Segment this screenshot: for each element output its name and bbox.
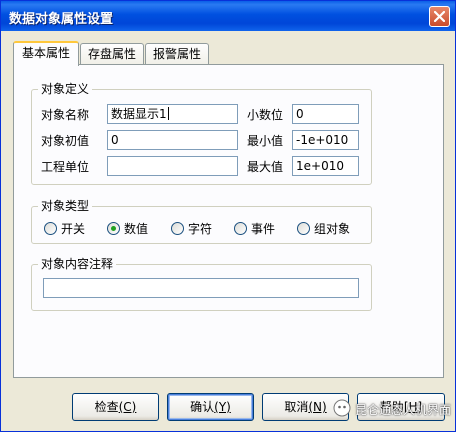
radio-string[interactable] (171, 222, 184, 235)
object-name-label: 对象名称 (41, 108, 90, 122)
decimal-places-input[interactable]: 0 (292, 104, 359, 124)
radio-switch-label[interactable]: 开关 (61, 221, 85, 237)
close-icon (434, 11, 445, 22)
radio-switch[interactable] (44, 222, 57, 235)
tab-alarm-properties[interactable]: 报警属性 (145, 43, 209, 65)
radio-group-object[interactable] (297, 222, 310, 235)
tab-panel-basic: 对象定义 对象名称 数据显示1 对象初值 0 工程单位 小数位 0 最小值 -1… (13, 64, 444, 378)
check-button[interactable]: 检查(C) (72, 393, 159, 421)
decimal-places-label: 小数位 (247, 108, 284, 122)
text-caret (167, 107, 169, 120)
confirm-button[interactable]: 确认(Y) (167, 393, 254, 421)
tab-basic-properties[interactable]: 基本属性 (13, 41, 79, 66)
tab-label: 报警属性 (152, 47, 201, 61)
object-name-input[interactable]: 数据显示1 (107, 104, 238, 124)
radio-event[interactable] (234, 222, 247, 235)
close-button[interactable] (429, 6, 450, 27)
radio-string-label[interactable]: 字符 (188, 221, 212, 237)
watermark-text: 昆仑通态人机界面 (355, 403, 452, 417)
tab-bar: 基本属性 存盘属性 报警属性 (13, 41, 433, 66)
title-bar[interactable]: 数据对象属性设置 (1, 1, 455, 31)
object-initial-value-input[interactable]: 0 (107, 130, 238, 150)
engineering-unit-label: 工程单位 (41, 160, 90, 174)
radio-group-object-label[interactable]: 组对象 (314, 221, 350, 237)
wechat-icon (333, 399, 351, 417)
object-definition-legend: 对象定义 (38, 81, 93, 97)
radio-event-label[interactable]: 事件 (251, 221, 275, 237)
comment-legend: 对象内容注释 (38, 256, 117, 272)
object-type-legend: 对象类型 (38, 198, 93, 214)
engineering-unit-input[interactable] (107, 156, 238, 176)
window-title: 数据对象属性设置 (9, 12, 114, 27)
tab-label: 基本属性 (21, 46, 70, 60)
radio-numeric[interactable] (107, 222, 120, 235)
max-value-input[interactable]: 1e+010 (292, 156, 359, 176)
min-value-label: 最小值 (247, 134, 284, 148)
tab-storage-properties[interactable]: 存盘属性 (80, 43, 144, 65)
comment-input[interactable] (43, 278, 359, 298)
max-value-label: 最大值 (247, 160, 284, 174)
tab-label: 存盘属性 (87, 47, 136, 61)
dialog-window: 数据对象属性设置 基本属性 存盘属性 报警属性 对象定义 对象名称 数据显示1 … (0, 0, 456, 432)
radio-selected-dot (111, 226, 116, 231)
object-initial-value-label: 对象初值 (41, 134, 90, 148)
radio-numeric-label[interactable]: 数值 (124, 221, 148, 237)
min-value-input[interactable]: -1e+010 (292, 130, 359, 150)
